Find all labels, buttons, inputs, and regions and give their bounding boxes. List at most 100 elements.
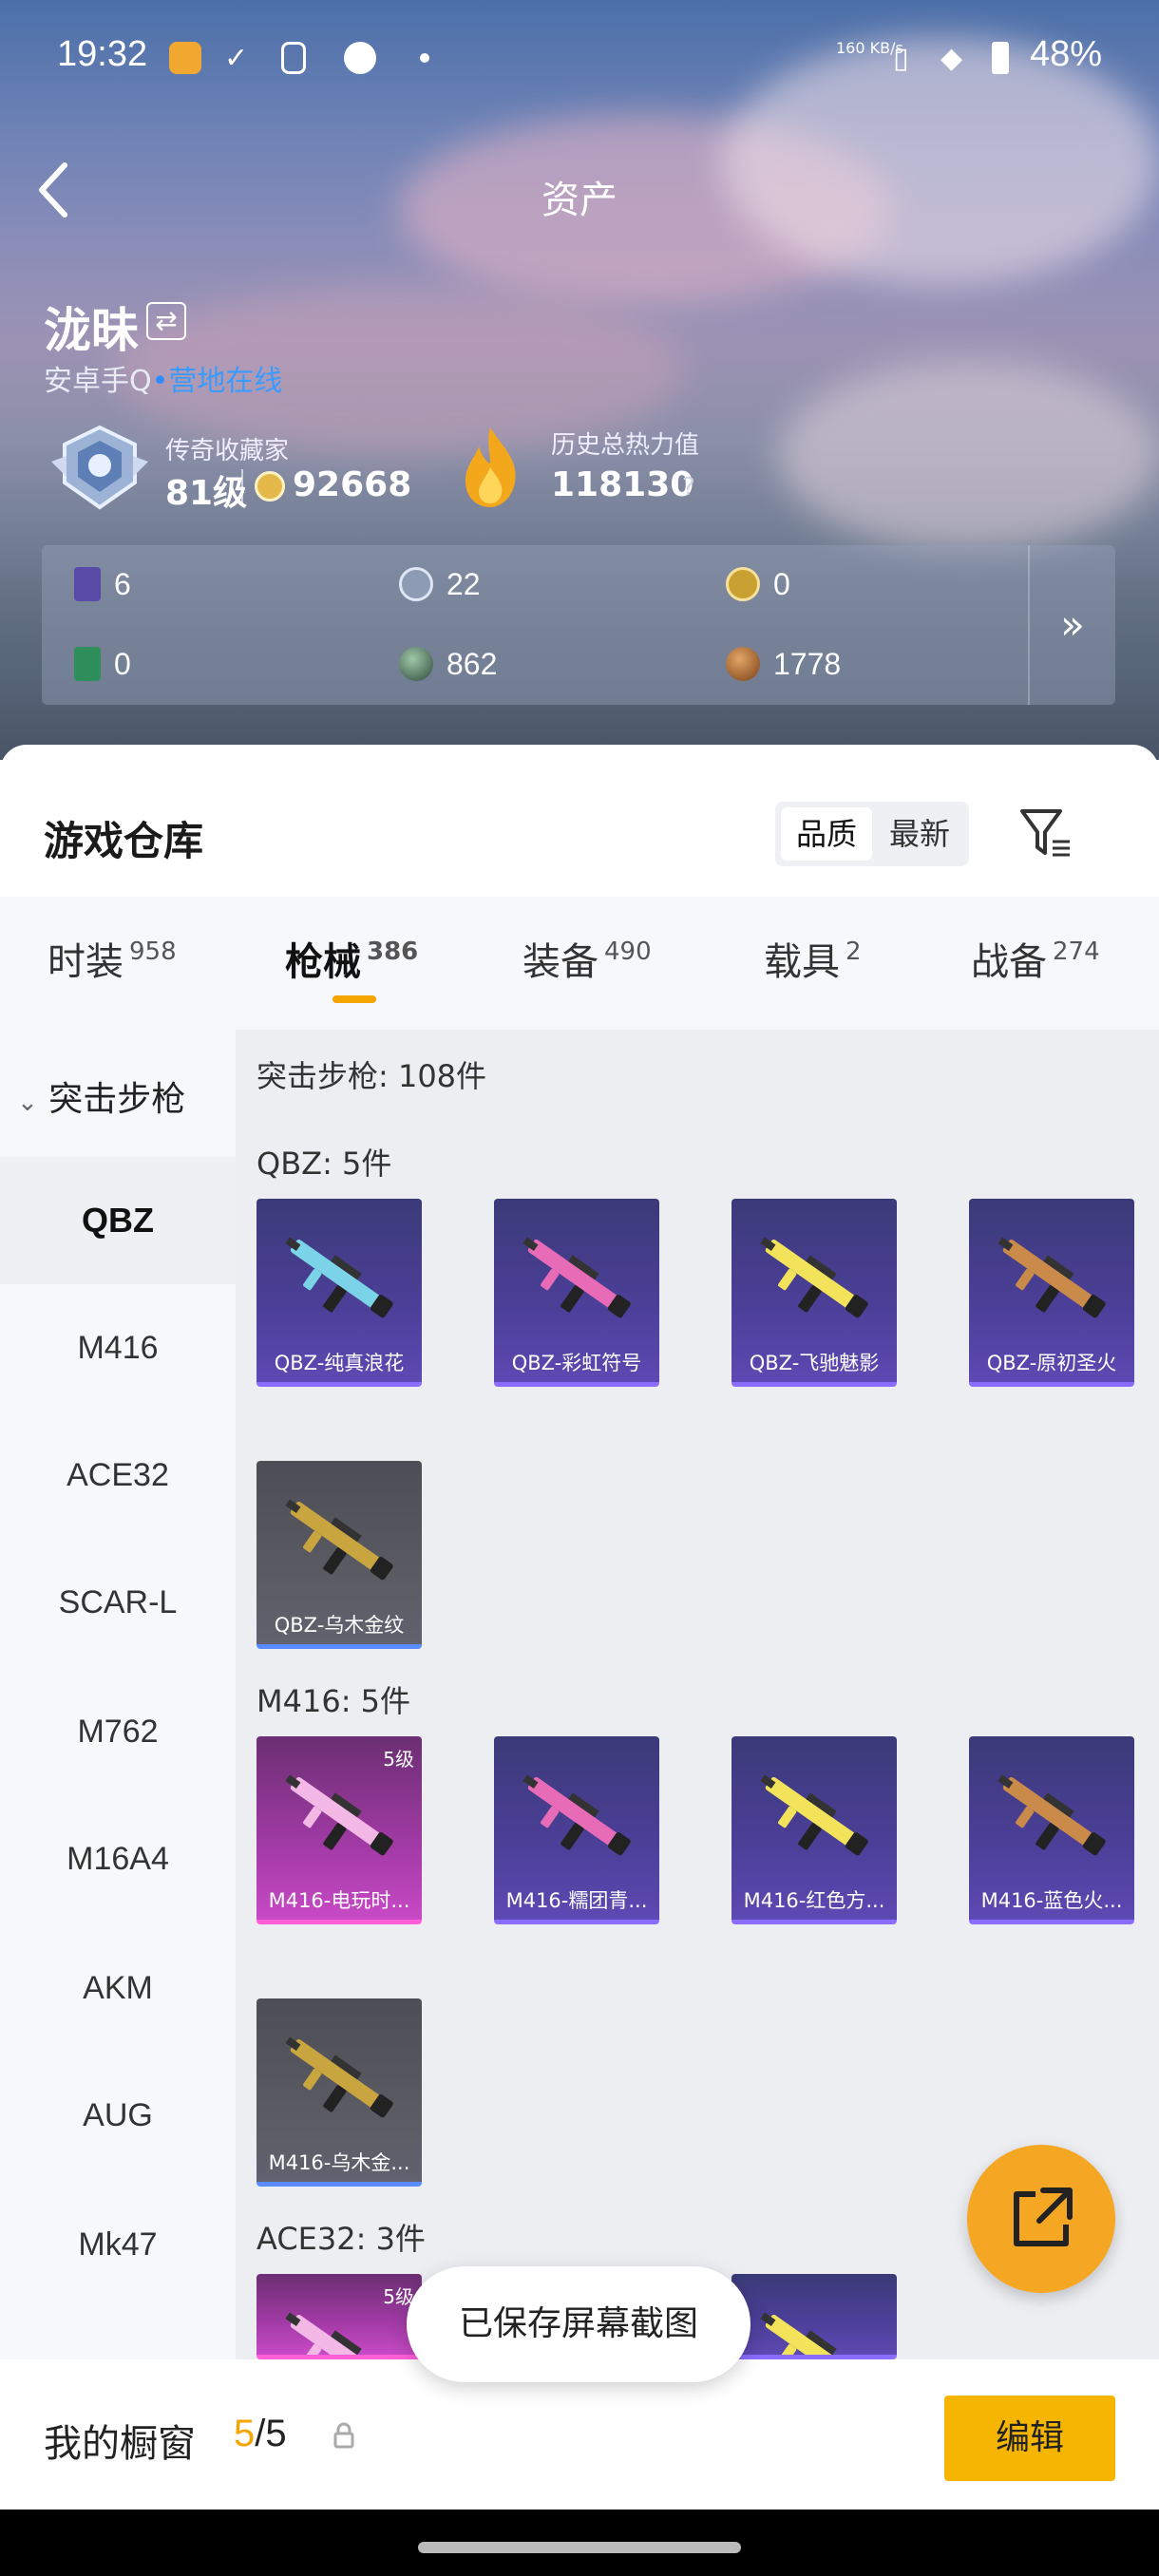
user-name: 泷昧 [44,303,139,358]
status-bar: 19:32 ✓ 160 KB/s ▯ ◆ 48% [0,0,1159,114]
sidebar-item-qbz[interactable]: QBZ [0,1157,236,1284]
stat-item[interactable]: 862 [399,640,497,688]
sort-quality-button[interactable]: 品质 [781,807,872,861]
help-icon[interactable]: ? [682,473,695,502]
category-label: 突击步枪 [48,1080,186,1119]
lock-icon [333,2422,354,2449]
rank-level: 81级 [165,474,248,513]
stat-item[interactable]: 0 [726,560,790,608]
weapon-card[interactable]: M416-乌木金... [256,1998,422,2187]
weapon-name: QBZ-纯真浪花 [274,1352,405,1374]
stat-value: 22 [446,566,481,601]
green-card-icon [74,647,101,681]
stat-item[interactable]: 0 [74,640,131,688]
rifle-icon [760,1774,868,1856]
sidebar-item-m762[interactable]: M762 [0,1668,236,1795]
battery-icon [992,42,1009,74]
weapon-card[interactable]: QBZ-彩虹符号 [494,1199,659,1387]
status-time: 19:32 [57,34,148,74]
group-label-ace32: ACE32: 3件 [256,2221,426,2257]
weapon-card[interactable]: QBZ-原初圣火 [969,1199,1134,1387]
group-label-m416: M416: 5件 [256,1683,411,1719]
weapon-name: M416-乌木金... [268,2151,410,2174]
sidebar-item-akm[interactable]: AKM [0,1924,236,2052]
tab-fashion[interactable]: 时装 958 [48,931,177,986]
active-tab-indicator [332,995,376,1003]
stats-panel: 6 22 0 0 862 1778 » [42,545,1115,705]
weapon-card[interactable]: M416-红色方... [732,1736,897,1924]
rifle-icon [760,2312,858,2355]
edit-button[interactable]: 编辑 [944,2396,1115,2481]
rifle-icon [285,1499,393,1581]
rank-badge-icon [51,425,148,510]
rifle-icon [998,1774,1106,1856]
rank-title: 传奇收藏家 [165,437,290,465]
tab-label: 装备 [522,940,598,984]
share-icon [1014,2188,1073,2246]
weapon-name: QBZ-原初圣火 [986,1352,1117,1374]
stat-value: 0 [114,646,131,681]
sidebar-item-m16a4[interactable]: M16A4 [0,1795,236,1923]
divider [241,469,243,503]
weapon-name: M416-糯团青... [505,1889,648,1912]
tab-count: 958 [129,938,177,966]
weapon-card[interactable] [732,2274,897,2359]
game-app-icon [169,42,201,74]
weapon-name: QBZ-飞驰魅影 [749,1352,880,1374]
share-button[interactable] [967,2145,1115,2293]
user-subtitle: 安卓手Q•营地在线 [44,357,282,399]
tab-count: 2 [846,938,862,966]
weapon-card[interactable]: QBZ-乌木金纹 [256,1461,422,1649]
weapon-card[interactable]: M416-糯团青... [494,1736,659,1924]
sidebar-item-m416[interactable]: M416 [0,1284,236,1411]
sidebar-item-aug[interactable]: AUG [0,2052,236,2179]
showcase-count: 5/5 [234,2413,287,2455]
stat-value: 1778 [773,646,842,681]
tab-vehicles[interactable]: 载具 2 [764,931,862,986]
dark-orb-icon [399,647,433,681]
weapon-name: QBZ-乌木金纹 [274,1614,405,1637]
cloud-decoration [779,361,1159,551]
phone-sync-icon [281,42,306,74]
page-title: 资产 [542,179,618,222]
weapon-card[interactable]: QBZ-飞驰魅影 [732,1199,897,1387]
double-chevron-right-icon: » [1060,601,1085,648]
home-gesture-pill[interactable] [418,2542,741,2553]
stat-item[interactable]: 1778 [726,640,841,688]
weapon-name: QBZ-彩虹符号 [511,1352,642,1374]
screenshot-toast: 已保存屏幕截图 [407,2266,750,2382]
filter-icon[interactable] [1016,805,1074,861]
tab-label: 时装 [48,940,124,984]
coin-value: 92668 [293,465,412,504]
sidebar-item-scar-l[interactable]: SCAR-L [0,1539,236,1666]
purple-card-icon [74,567,101,601]
tab-battle-prep[interactable]: 战备 274 [971,931,1100,986]
tab-weapons[interactable]: 枪械 386 [285,931,418,986]
swap-account-icon[interactable]: ⇄ [146,302,186,340]
heat-title: 历史总热力值 [551,431,700,460]
tab-label: 枪械 [285,940,361,984]
sort-newest-button[interactable]: 最新 [874,807,965,861]
tab-count: 386 [367,938,419,966]
tab-equipment[interactable]: 装备 490 [522,931,652,986]
weapon-card[interactable]: 5级 [256,2274,422,2359]
stat-item[interactable]: 6 [74,560,131,608]
platform-label: 安卓手Q [44,365,152,398]
chevron-down-icon: ⌄ [17,1089,38,1117]
gold-medal-icon [726,567,760,601]
category-header[interactable]: ⌄ 突击步枪 [17,1071,185,1121]
warehouse-title: 游戏仓库 [44,818,204,864]
sidebar-item-mk47[interactable]: Mk47 [0,2181,236,2308]
vibrate-icon: ▯ [893,42,909,75]
stats-expand-button[interactable]: » [1028,545,1115,705]
weapon-card[interactable]: M416-电玩时... 5级 [256,1736,422,1924]
rifle-icon [522,1774,631,1856]
weapon-card[interactable]: M416-蓝色火... [969,1736,1134,1924]
sidebar-item-ace32[interactable]: ACE32 [0,1411,236,1539]
showcase-current: 5 [234,2413,256,2454]
v-logo-icon: ✓ [224,42,249,75]
stat-item[interactable]: 22 [399,560,481,608]
sort-toggle: 品质 最新 [775,802,969,866]
stat-value: 0 [773,566,790,601]
weapon-card[interactable]: QBZ-纯真浪花 [256,1199,422,1387]
